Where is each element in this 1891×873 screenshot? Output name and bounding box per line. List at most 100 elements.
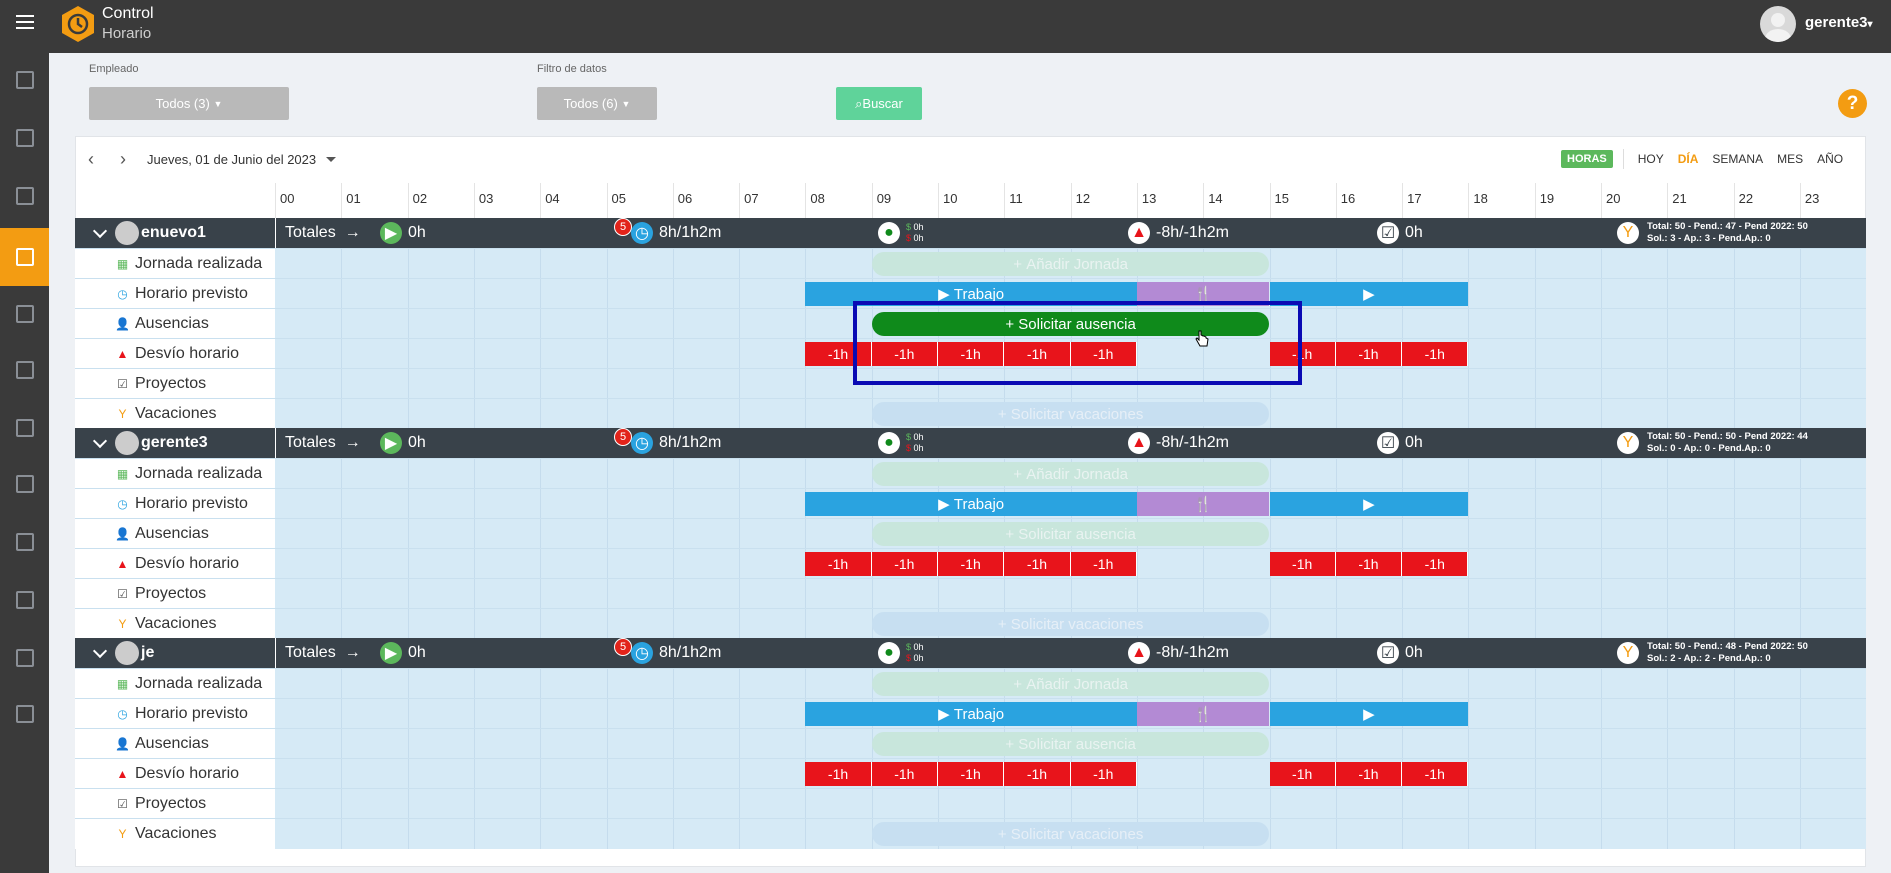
search-button[interactable]: ⌕ Buscar [836, 87, 922, 120]
user-avatar[interactable] [1760, 6, 1796, 42]
sidebar-item-fingerprint[interactable] [0, 630, 49, 686]
row-cells[interactable] [275, 789, 1866, 819]
sidebar-item-folder[interactable] [0, 400, 49, 456]
date-caret-icon[interactable] [326, 156, 337, 162]
request-vacation-button[interactable]: + Solicitar vacaciones [871, 822, 1270, 846]
hours-toggle[interactable]: HORAS [1561, 150, 1613, 168]
hour-gridline [473, 729, 475, 759]
row-cells[interactable]: + Solicitar ausencia [275, 519, 1866, 549]
row-cells[interactable] [275, 579, 1866, 609]
deviation-cell[interactable]: -1h [1335, 552, 1403, 576]
row-cells[interactable]: + Añadir Jornada [275, 459, 1866, 489]
hour-label: 22 [1738, 191, 1754, 206]
notification-badge[interactable]: 5 [614, 428, 632, 446]
next-day-arrow-icon[interactable]: › [107, 149, 139, 170]
lunch-break-bar[interactable]: 🍴 [1136, 702, 1270, 726]
row-cells[interactable]: + Solicitar vacaciones [275, 609, 1866, 639]
hour-gridline [805, 369, 807, 399]
hour-gridline [473, 519, 475, 549]
employee-filter-dropdown[interactable]: Todos (3) ▼ [89, 87, 289, 120]
deviation-cell[interactable]: -1h [1070, 552, 1137, 576]
hour-gridline [1468, 579, 1470, 609]
date-picker[interactable]: Jueves, 01 de Junio del 2023 [147, 152, 316, 167]
employee-toggle[interactable]: enuevo1 [92, 218, 206, 248]
row-cells[interactable]: -1h -1h -1h -1h -1h -1h -1h -1h [275, 549, 1866, 579]
deviation-cell[interactable]: -1h [938, 552, 1005, 576]
notification-badge[interactable]: 5 [614, 218, 632, 236]
view-week[interactable]: SEMANA [1712, 152, 1763, 166]
hour-gridline [1601, 369, 1602, 399]
work-shift-bar[interactable]: ▶ [1269, 702, 1469, 726]
request-absence-button[interactable]: + Solicitar ausencia [871, 522, 1270, 546]
deviation-cell[interactable]: -1h [1004, 762, 1071, 786]
add-workday-button[interactable]: + Añadir Jornada [871, 672, 1270, 696]
sidebar-item-calendar[interactable] [0, 228, 49, 286]
help-button[interactable]: ? [1838, 89, 1867, 118]
deviation-cell[interactable]: -1h [1004, 552, 1071, 576]
row-cells[interactable]: ▶ Trabajo 🍴 ▶ [275, 699, 1866, 729]
sidebar-item-help[interactable] [0, 514, 49, 570]
hamburger-menu-icon[interactable] [0, 0, 49, 44]
deviation-cell[interactable]: -1h [805, 552, 872, 576]
work-shift-bar[interactable]: ▶ Trabajo [805, 702, 1137, 726]
sidebar-item-map[interactable] [0, 686, 49, 742]
request-vacation-label: Solicitar vacaciones [1010, 405, 1144, 423]
sidebar-item-user[interactable] [0, 110, 49, 166]
user-menu[interactable]: gerente3▾ [1805, 14, 1873, 31]
add-workday-button[interactable]: + Añadir Jornada [871, 462, 1270, 486]
totals-label: Totales → [285, 638, 361, 668]
deviation-cell[interactable]: -1h [1070, 762, 1137, 786]
deviation-cell[interactable]: -1h [1269, 762, 1336, 786]
clock-logo-icon[interactable] [61, 5, 95, 43]
deviation-cell[interactable]: -1h [871, 552, 938, 576]
deviation-cell[interactable]: -1h [1335, 342, 1403, 366]
notification-badge[interactable]: 5 [614, 638, 632, 656]
sidebar-item-clipboard[interactable] [0, 168, 49, 224]
sidebar-item-dashboard[interactable] [0, 52, 49, 108]
lunch-break-bar[interactable]: 🍴 [1136, 492, 1270, 516]
sidebar-item-search[interactable] [0, 286, 49, 342]
row-cells[interactable]: ▶ Trabajo 🍴 ▶ [275, 489, 1866, 519]
hour-gridline [805, 183, 807, 218]
schedule-row: ▲ Desvío horario -1h -1h -1h -1h -1h -1h -1h -1h [75, 548, 1866, 579]
hour-gridline [540, 609, 542, 639]
add-workday-button[interactable]: + Añadir Jornada [871, 252, 1270, 276]
deviation-cell[interactable]: -1h [871, 762, 938, 786]
row-cells[interactable]: + Añadir Jornada [275, 249, 1866, 279]
employee-toggle[interactable]: gerente3 [92, 428, 208, 458]
row-cells[interactable]: + Añadir Jornada [275, 669, 1866, 699]
data-filter-dropdown[interactable]: Todos (6) ▼ [537, 87, 657, 120]
previous-day-arrow-icon[interactable]: ‹ [75, 149, 107, 170]
deviation-cell[interactable]: -1h [1402, 762, 1469, 786]
cocktail-circle-icon: Y [1617, 222, 1639, 244]
deviation-cell[interactable]: -1h [1335, 762, 1403, 786]
hour-gridline [1799, 759, 1801, 789]
hour-gridline [1534, 789, 1536, 819]
view-today[interactable]: HOY [1638, 152, 1664, 166]
request-vacation-button[interactable]: + Solicitar vacaciones [871, 402, 1270, 426]
hour-gridline [1733, 609, 1735, 639]
work-shift-bar[interactable]: ▶ Trabajo [805, 492, 1137, 516]
view-month[interactable]: MES [1777, 152, 1803, 166]
request-vacation-button[interactable]: + Solicitar vacaciones [871, 612, 1270, 636]
sidebar-item-building[interactable] [0, 456, 49, 512]
row-cells[interactable]: + Solicitar vacaciones [275, 819, 1866, 849]
employee-toggle[interactable]: je [92, 638, 154, 668]
deviation-cell[interactable]: -1h [1402, 552, 1469, 576]
deviation-cell[interactable]: -1h [1402, 342, 1469, 366]
row-cells[interactable]: -1h -1h -1h -1h -1h -1h -1h -1h [275, 759, 1866, 789]
hour-gridline [1468, 339, 1470, 369]
row-cells[interactable]: + Solicitar ausencia [275, 729, 1866, 759]
deviation-cell[interactable]: -1h [805, 762, 872, 786]
sidebar-item-settings[interactable] [0, 572, 49, 628]
deviation-cell[interactable]: -1h [938, 762, 1005, 786]
view-day[interactable]: DÍA [1678, 152, 1699, 166]
deviation-cell-value: -1h [1424, 766, 1445, 782]
hour-gridline [1468, 489, 1470, 519]
row-cells[interactable]: + Solicitar vacaciones [275, 399, 1866, 429]
request-absence-button[interactable]: + Solicitar ausencia [871, 732, 1270, 756]
view-year[interactable]: AÑO [1817, 152, 1843, 166]
work-shift-bar[interactable]: ▶ [1269, 492, 1469, 516]
sidebar-item-report[interactable] [0, 342, 49, 398]
deviation-cell[interactable]: -1h [1269, 552, 1336, 576]
